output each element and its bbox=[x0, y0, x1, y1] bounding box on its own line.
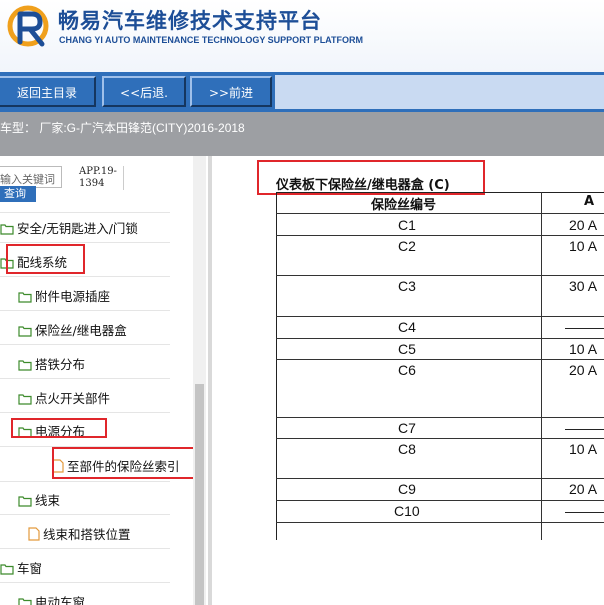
tree-item-label: 搭铁分布 bbox=[35, 357, 86, 372]
column-divider bbox=[541, 192, 542, 540]
divider bbox=[0, 548, 170, 549]
fuse-amperage: 10 A bbox=[569, 441, 598, 457]
divider bbox=[0, 344, 170, 345]
home-button[interactable]: 返回主目录 bbox=[0, 76, 96, 107]
folder-icon bbox=[18, 326, 32, 337]
fuse-amperage: 20 A bbox=[569, 362, 598, 378]
row-divider bbox=[276, 235, 604, 236]
fuse-table bbox=[276, 192, 604, 540]
column-header-fuse: 保险丝编号 bbox=[371, 198, 437, 213]
row-divider bbox=[276, 417, 604, 418]
toolbar-filler bbox=[275, 75, 604, 109]
folder-open-icon bbox=[18, 496, 32, 507]
row-divider bbox=[276, 316, 604, 317]
fuse-amperage: 10 A bbox=[569, 341, 598, 357]
vehicle-model-bar: 车型： 厂家:G-广汽本田锋范(CITY)2016-2018 bbox=[0, 112, 604, 156]
tree-item-fuse-relay-box[interactable]: 保险丝/继电器盒 bbox=[18, 320, 127, 338]
fuse-amperage: 30 A bbox=[569, 278, 598, 294]
tree-item-harness[interactable]: 线束 bbox=[18, 490, 60, 508]
tree-item-accessory-socket[interactable]: 附件电源插座 bbox=[18, 286, 110, 304]
scrollbar-thumb[interactable] bbox=[195, 384, 204, 605]
column-header-amp: A bbox=[584, 194, 595, 209]
tree-item-windows[interactable]: 车窗 bbox=[0, 558, 42, 576]
search-input[interactable]: 输入关键词 bbox=[0, 166, 62, 188]
vehicle-model-text: 车型： 厂家:G-广汽本田锋范(CITY)2016-2018 bbox=[0, 121, 245, 135]
highlight-box bbox=[11, 418, 107, 438]
fuse-amperage: ——— bbox=[565, 319, 604, 335]
search-button[interactable]: 查询 bbox=[0, 186, 36, 202]
fuse-number: C9 bbox=[398, 481, 416, 497]
divider bbox=[0, 310, 170, 311]
fuse-number: C3 bbox=[398, 278, 416, 294]
divider bbox=[0, 378, 170, 379]
app-header: 畅易汽车维修技术支持平台 CHANG YI AUTO MAINTENANCE T… bbox=[0, 0, 604, 73]
tree-item-label: 安全/无钥匙进入/门锁 bbox=[17, 221, 138, 236]
fuse-amperage: ——— bbox=[565, 503, 604, 519]
fuse-number: C7 bbox=[398, 420, 416, 436]
divider bbox=[0, 514, 170, 515]
fuse-amperage: 20 A bbox=[569, 217, 598, 233]
row-divider bbox=[276, 438, 604, 439]
folder-icon bbox=[18, 360, 32, 371]
folder-open-icon bbox=[0, 564, 14, 575]
fuse-amperage: 10 A bbox=[569, 238, 598, 254]
row-divider bbox=[276, 522, 604, 523]
fuse-number: C2 bbox=[398, 238, 416, 254]
highlight-box bbox=[257, 160, 485, 195]
brand-title: 畅易汽车维修技术支持平台 bbox=[58, 9, 322, 33]
divider bbox=[0, 481, 170, 482]
divider bbox=[0, 412, 170, 413]
tree-item-ground-distribution[interactable]: 搭铁分布 bbox=[18, 354, 85, 372]
fuse-number: C6 bbox=[398, 362, 416, 378]
navigation-tree-panel: 输入关键词 查询 APP.19-1394 安全/无钥匙进入/门锁 配线系统 附件… bbox=[0, 156, 208, 605]
tree-item-label: 附件电源插座 bbox=[35, 289, 111, 304]
highlight-box bbox=[6, 244, 85, 274]
row-divider bbox=[276, 338, 604, 339]
tree-item-label: 线束和搭铁位置 bbox=[43, 527, 131, 542]
tree-item-label: 电动车窗 bbox=[35, 595, 86, 605]
highlight-box bbox=[52, 447, 199, 479]
fuse-amperage: 20 A bbox=[569, 481, 598, 497]
folder-icon bbox=[0, 224, 14, 235]
document-icon bbox=[28, 527, 40, 541]
tree-item-label: 线束 bbox=[35, 493, 61, 508]
app-version: APP.19-1394 bbox=[79, 166, 124, 190]
row-divider bbox=[276, 213, 604, 214]
tree-item-label: 保险丝/继电器盒 bbox=[35, 323, 127, 338]
divider bbox=[0, 582, 170, 583]
fuse-amperage: ——— bbox=[565, 420, 604, 436]
brand-logo-icon bbox=[7, 5, 49, 47]
tree-item-label: 车窗 bbox=[17, 561, 43, 576]
folder-icon bbox=[18, 598, 32, 605]
divider bbox=[0, 242, 170, 243]
tree-item-power-windows[interactable]: 电动车窗 bbox=[18, 592, 85, 605]
tree-item-label: 点火开关部件 bbox=[35, 391, 111, 406]
brand-subtitle: CHANG YI AUTO MAINTENANCE TECHNOLOGY SUP… bbox=[59, 35, 364, 45]
row-divider bbox=[276, 500, 604, 501]
folder-icon bbox=[18, 394, 32, 405]
fuse-number: C5 bbox=[398, 341, 416, 357]
toolbar: 返回主目录 <<后退. >>前进 bbox=[0, 72, 604, 112]
tree-item-ignition-parts[interactable]: 点火开关部件 bbox=[18, 388, 110, 406]
forward-button[interactable]: >>前进 bbox=[190, 76, 272, 107]
tree-item-security[interactable]: 安全/无钥匙进入/门锁 bbox=[0, 218, 138, 236]
row-divider bbox=[276, 359, 604, 360]
fuse-number: C1 bbox=[398, 217, 416, 233]
folder-icon bbox=[18, 292, 32, 303]
row-divider bbox=[276, 478, 604, 479]
fuse-number: C4 bbox=[398, 319, 416, 335]
row-divider bbox=[276, 275, 604, 276]
divider bbox=[0, 212, 170, 213]
content-panel: 仪表板下保险丝/继电器盒 (C) 保险丝编号 A C1 20 A C2 10 A… bbox=[212, 156, 604, 605]
tree-item-harness-ground-location[interactable]: 线束和搭铁位置 bbox=[28, 524, 131, 542]
back-button[interactable]: <<后退. bbox=[102, 76, 186, 107]
fuse-number: C8 bbox=[398, 441, 416, 457]
fuse-number: C10 bbox=[394, 503, 420, 519]
divider bbox=[0, 276, 170, 277]
